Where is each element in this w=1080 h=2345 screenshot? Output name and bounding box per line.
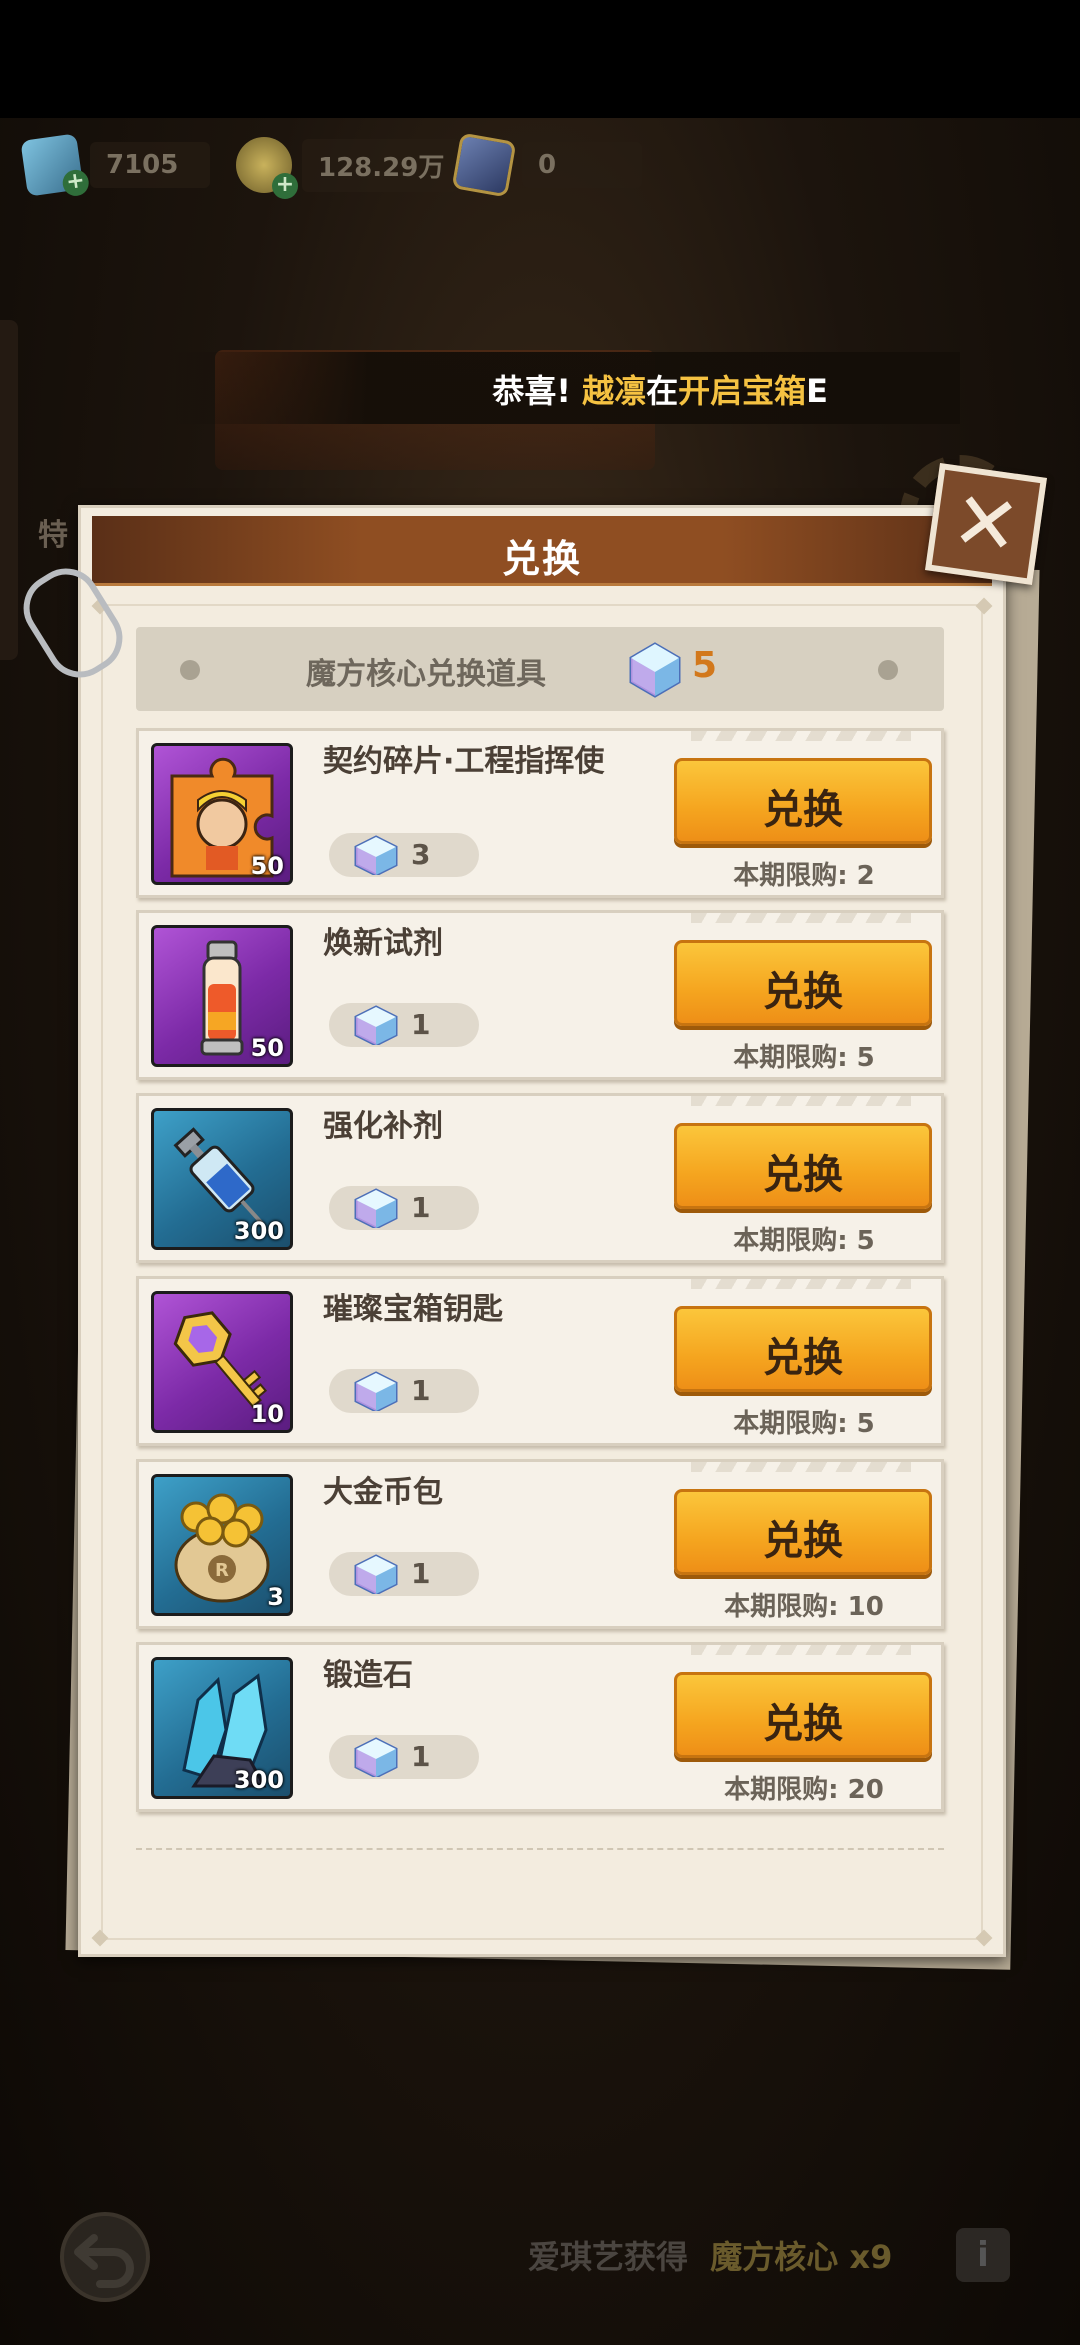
item-name: 大金币包 [323,1475,443,1510]
dialog-title-bar: 兑换 [92,516,992,586]
coin-icon: + [236,137,298,199]
exchange-button[interactable]: 兑换 [674,1672,932,1758]
exchange-button[interactable]: 兑换 [674,758,932,844]
divider [136,1848,944,1850]
exchange-button[interactable]: 兑换 [674,1489,932,1575]
bullet-icon [878,660,898,680]
plus-icon[interactable]: + [272,173,298,199]
ticket-icon [451,132,517,198]
cost-value: 1 [411,1740,431,1773]
exchange-item-card: R 3 大金币包 1 兑换 本期限购: 10 [136,1459,944,1629]
item-icon[interactable]: 10 [151,1291,293,1433]
cube-core-icon [354,835,398,875]
resource-gems[interactable]: + 7105 [20,130,210,200]
ticker-text: 恭喜! 越凛在开启宝箱E [492,372,828,410]
item-quantity: 3 [267,1583,284,1611]
cube-core-icon [354,1005,398,1045]
item-icon[interactable]: 300 [151,1657,293,1799]
item-quantity: 50 [250,852,284,880]
item-icon[interactable]: 50 [151,743,293,885]
item-name: 璀璨宝箱钥匙 [323,1292,503,1327]
plus-icon[interactable]: + [61,168,91,198]
item-cost: 3 [329,833,479,877]
cost-value: 1 [411,1557,431,1590]
dialog-title: 兑换 [501,537,582,581]
item-icon[interactable]: 50 [151,925,293,1067]
coin-count: 128.29万 [302,138,461,192]
resource-tickets[interactable]: 0 [451,130,642,200]
item-cost: 1 [329,1552,479,1596]
item-name: 焕新试剂 [323,926,443,961]
cost-value: 1 [411,1008,431,1041]
currency-header: 魔方核心兑换道具 5 [136,627,944,711]
currency-label: 魔方核心兑换道具 [306,657,546,692]
item-cost: 1 [329,1003,479,1047]
currency-value: 5 [692,645,718,686]
item-quantity: 300 [233,1217,284,1245]
cube-core-icon [354,1554,398,1594]
cost-value: 3 [411,838,431,871]
item-icon[interactable]: 300 [151,1108,293,1250]
purchase-limit: 本期限购: 10 [724,1592,884,1622]
announcement-ticker: 恭喜! 越凛在开启宝箱E [170,352,960,424]
item-cost: 1 [329,1186,479,1230]
reward-notice: 爱琪艺获得 魔方核心 x9 [528,2238,893,2276]
exchange-item-card: 300 强化补剂 1 兑换本期限购: 5 [136,1093,944,1263]
exchange-button[interactable]: 兑换 [674,1123,932,1209]
resource-coins[interactable]: + 128.29万 [236,130,461,200]
item-icon[interactable]: R3 [151,1474,293,1616]
resource-bar: + 7105 + 128.29万 0 [0,130,700,200]
cube-core-icon [354,1737,398,1777]
cube-core-icon [354,1188,398,1228]
status-bar [0,0,1080,118]
exchange-button[interactable]: 兑换 [674,940,932,1026]
item-name: 契约碎片·工程指挥使 [323,744,605,779]
purchase-limit: 本期限购: 20 [724,1775,884,1805]
side-tab[interactable] [0,320,18,660]
side-label: 特 [38,518,68,553]
item-quantity: 50 [250,1034,284,1062]
item-quantity: 10 [250,1400,284,1428]
purchase-limit: 本期限购: 2 [733,861,875,891]
cube-core-icon [629,642,681,698]
cost-value: 1 [411,1191,431,1224]
ticket-count: 0 [522,142,642,188]
back-button[interactable] [60,2212,150,2302]
purchase-limit: 本期限购: 5 [733,1409,875,1439]
item-cost: 1 [329,1369,479,1413]
cost-value: 1 [411,1374,431,1407]
item-name: 强化补剂 [323,1109,443,1144]
item-name: 锻造石 [323,1658,413,1693]
exchange-item-card: 50 契约碎片·工程指挥使 3 兑换本期限购: 2 [136,728,944,898]
purchase-limit: 本期限购: 5 [733,1226,875,1256]
bullet-icon [180,660,200,680]
close-icon: ✕ [946,472,1026,575]
exchange-item-card: 10 璀璨宝箱钥匙 1 兑换本期限购: 5 [136,1276,944,1446]
bottom-bar: 爱琪艺获得 魔方核心 x9 i [0,2190,1080,2320]
cube-core-icon [354,1371,398,1411]
purchase-limit: 本期限购: 5 [733,1043,875,1073]
gem-icon: + [20,133,91,198]
exchange-item-card: 50 焕新试剂 1 兑换本期限购: 5 [136,910,944,1080]
exchange-button[interactable]: 兑换 [674,1306,932,1392]
item-cost: 1 [329,1735,479,1779]
info-button[interactable]: i [956,2228,1010,2282]
close-button[interactable]: ✕ [925,463,1047,585]
gem-count: 7105 [90,142,210,188]
exchange-item-card: 300 锻造石 1 兑换本期限购: 20 [136,1642,944,1812]
svg-text:R: R [215,1560,229,1581]
item-quantity: 300 [233,1766,284,1794]
back-arrow-icon [74,2234,134,2288]
